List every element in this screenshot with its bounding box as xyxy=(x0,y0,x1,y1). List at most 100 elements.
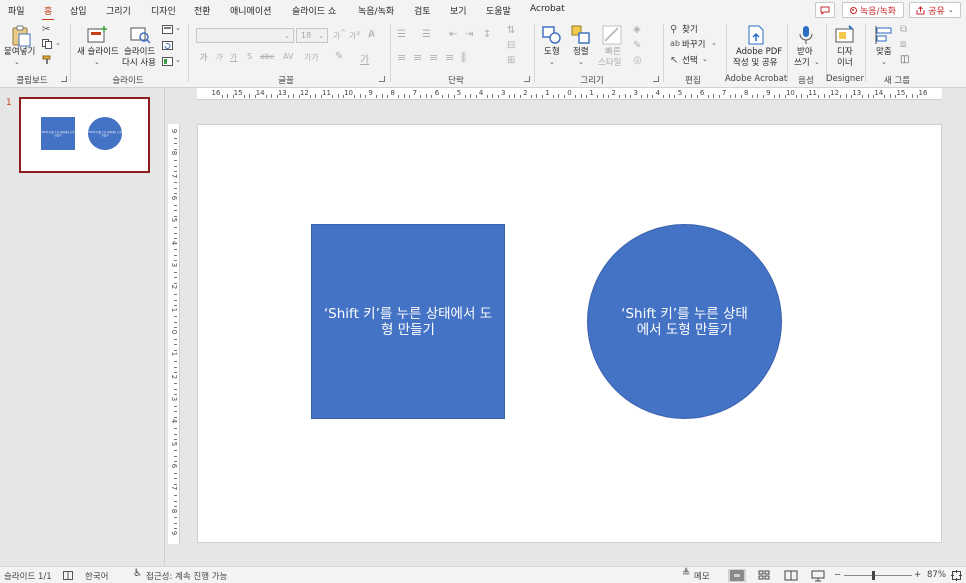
normal-view-button[interactable] xyxy=(728,569,746,582)
text-direction-icon[interactable]: ⇅ xyxy=(507,25,515,36)
adobe-pdf-label-1[interactable]: Adobe PDF xyxy=(736,47,782,58)
zoom-in-button[interactable]: + xyxy=(914,570,921,580)
drawing-launcher-icon[interactable] xyxy=(653,76,659,82)
chevron-down-icon[interactable]: ⌄ xyxy=(175,24,181,32)
group-objects-icon[interactable]: ⧉ xyxy=(900,24,907,35)
chevron-down-icon[interactable]: ⌄ xyxy=(814,57,820,68)
chevron-down-icon[interactable]: ⌄ xyxy=(711,39,717,47)
zoom-slider-handle[interactable] xyxy=(872,571,875,580)
select-label[interactable]: 선택 xyxy=(682,56,698,67)
slideshow-button[interactable] xyxy=(809,569,827,582)
chevron-down-icon[interactable]: ⌄ xyxy=(14,57,20,68)
shape-outline-icon[interactable]: ✎ xyxy=(633,40,641,51)
align-text-icon[interactable]: ⊟ xyxy=(507,40,515,51)
replace-icon[interactable]: ab xyxy=(670,39,680,48)
clipboard-launcher-icon[interactable] xyxy=(61,76,67,82)
reading-view-button[interactable] xyxy=(782,569,800,582)
slide[interactable]: ‘Shift 키’를 누른 상태에서 도형 만들기 ‘Shift 키’를 누른 … xyxy=(197,124,942,543)
reset-icon[interactable] xyxy=(162,41,173,50)
underline-icon[interactable]: 가 xyxy=(230,52,237,63)
replace-label[interactable]: 바꾸기 xyxy=(682,40,705,51)
font-launcher-icon[interactable] xyxy=(379,76,385,82)
font-color-icon[interactable]: 가 xyxy=(360,51,369,66)
slide-thumbnail[interactable]: 'Shift 키'를 누른 상태에서 도형 만들기 'Shift 키'를 누른 … xyxy=(19,97,150,173)
tab-view[interactable]: 보기 xyxy=(450,4,467,17)
tab-slideshow[interactable]: 슬라이드 쇼 xyxy=(292,4,336,17)
tab-insert[interactable]: 삽입 xyxy=(70,4,87,17)
dictate-label-1[interactable]: 받아 xyxy=(797,47,813,58)
font-name-select[interactable]: ⌄ xyxy=(196,28,294,43)
notes-button[interactable]: 메모 xyxy=(694,570,710,582)
designer-label-2[interactable]: 이너 xyxy=(837,58,853,69)
shape-fill-icon[interactable]: ◈ xyxy=(633,24,641,35)
quick-styles-label-2[interactable]: 스타일 xyxy=(598,58,621,69)
columns-icon[interactable]: ⫼ xyxy=(461,51,466,65)
quick-styles-icon[interactable] xyxy=(602,25,622,45)
decrease-indent-icon[interactable]: ⇤ xyxy=(449,29,457,40)
chevron-down-icon[interactable]: ⌄ xyxy=(578,57,584,68)
tab-file[interactable]: 파일 xyxy=(8,4,25,17)
new-slide-icon[interactable] xyxy=(86,25,108,45)
rotate-icon[interactable]: ⧈ xyxy=(900,39,906,50)
chevron-down-icon[interactable]: ⌄ xyxy=(94,57,100,68)
numbering-icon[interactable]: ☰ xyxy=(422,29,431,40)
chevron-down-icon[interactable]: ⌄ xyxy=(702,55,708,63)
paste-icon[interactable] xyxy=(10,25,32,47)
tab-recording[interactable]: 녹음/녹화 xyxy=(358,4,394,17)
adobe-pdf-label-2[interactable]: 작성 및 공유 xyxy=(733,58,778,69)
line-spacing-icon[interactable]: ↕ xyxy=(483,29,491,40)
tab-design[interactable]: 디자인 xyxy=(151,4,176,17)
cursor-icon[interactable]: ↖ xyxy=(670,55,678,66)
search-icon[interactable]: ⚲ xyxy=(670,24,677,35)
spelling-icon[interactable] xyxy=(63,571,73,580)
section-icon[interactable] xyxy=(162,57,173,66)
tab-acrobat[interactable]: Acrobat xyxy=(530,4,565,14)
increase-indent-icon[interactable]: ⇥ xyxy=(465,29,473,40)
circle-shape-text[interactable]: ‘Shift 키’를 누른 상태에서 도형 만들기 xyxy=(618,306,751,338)
reuse-slides-icon[interactable] xyxy=(130,25,152,45)
smartart-icon[interactable]: ⊞ xyxy=(507,55,515,66)
justify-icon[interactable]: ≡ xyxy=(445,51,454,64)
font-size-select[interactable]: 18 ⌄ xyxy=(296,28,328,43)
shape-effects-icon[interactable]: ◎ xyxy=(633,55,642,66)
circle-shape[interactable]: ‘Shift 키’를 누른 상태에서 도형 만들기 xyxy=(587,224,782,419)
decrease-font-icon[interactable]: 가v xyxy=(349,29,360,42)
bold-icon[interactable]: 가 xyxy=(200,52,207,63)
cut-icon[interactable]: ✂ xyxy=(42,24,50,35)
tab-transitions[interactable]: 전환 xyxy=(194,4,211,17)
italic-icon[interactable]: 가 xyxy=(215,52,222,63)
slide-sorter-button[interactable] xyxy=(755,569,773,582)
accessibility-status[interactable]: 접근성: 계속 진행 가능 xyxy=(146,570,227,582)
chevron-down-icon[interactable]: ⌄ xyxy=(881,57,887,68)
share-button[interactable]: 공유 ⌄ xyxy=(909,2,961,18)
accessibility-icon[interactable]: ♿ xyxy=(133,568,142,579)
notes-icon[interactable]: ≜ xyxy=(682,568,690,579)
align-center-icon[interactable]: ≡ xyxy=(413,51,422,64)
zoom-level[interactable]: 87% xyxy=(927,570,946,580)
case-icon[interactable]: 가가 xyxy=(304,52,319,63)
chevron-down-icon[interactable]: ⌄ xyxy=(55,39,61,47)
designer-label-1[interactable]: 디자 xyxy=(837,47,853,58)
tab-animations[interactable]: 애니메이션 xyxy=(230,4,271,17)
dictate-label-2[interactable]: 쓰기 xyxy=(794,58,810,69)
copy-icon[interactable] xyxy=(42,39,52,49)
tab-home[interactable]: 홈 xyxy=(41,4,55,21)
align-icon[interactable] xyxy=(874,25,894,45)
chevron-down-icon[interactable]: ⌄ xyxy=(175,56,181,64)
selection-pane-icon[interactable]: ◫ xyxy=(900,54,909,65)
square-shape-text[interactable]: ‘Shift 키’를 누른 상태에서 도형 만들기 xyxy=(320,306,496,338)
fit-to-window-icon[interactable] xyxy=(951,570,962,581)
format-painter-icon[interactable] xyxy=(42,55,52,65)
zoom-slider[interactable] xyxy=(844,575,912,576)
strikethrough-icon[interactable]: abc xyxy=(260,52,274,61)
find-label[interactable]: 찾기 xyxy=(682,25,698,36)
highlight-icon[interactable]: ✎ xyxy=(335,51,343,62)
chevron-down-icon[interactable]: ⌄ xyxy=(549,57,555,68)
designer-icon[interactable] xyxy=(835,25,855,45)
adobe-pdf-icon[interactable] xyxy=(747,25,765,45)
tab-review[interactable]: 검토 xyxy=(414,4,431,17)
shapes-icon[interactable] xyxy=(542,25,562,45)
zoom-out-button[interactable]: − xyxy=(834,570,841,580)
bullets-icon[interactable]: ☰ xyxy=(397,29,406,40)
square-shape[interactable]: ‘Shift 키’를 누른 상태에서 도형 만들기 xyxy=(311,224,505,419)
